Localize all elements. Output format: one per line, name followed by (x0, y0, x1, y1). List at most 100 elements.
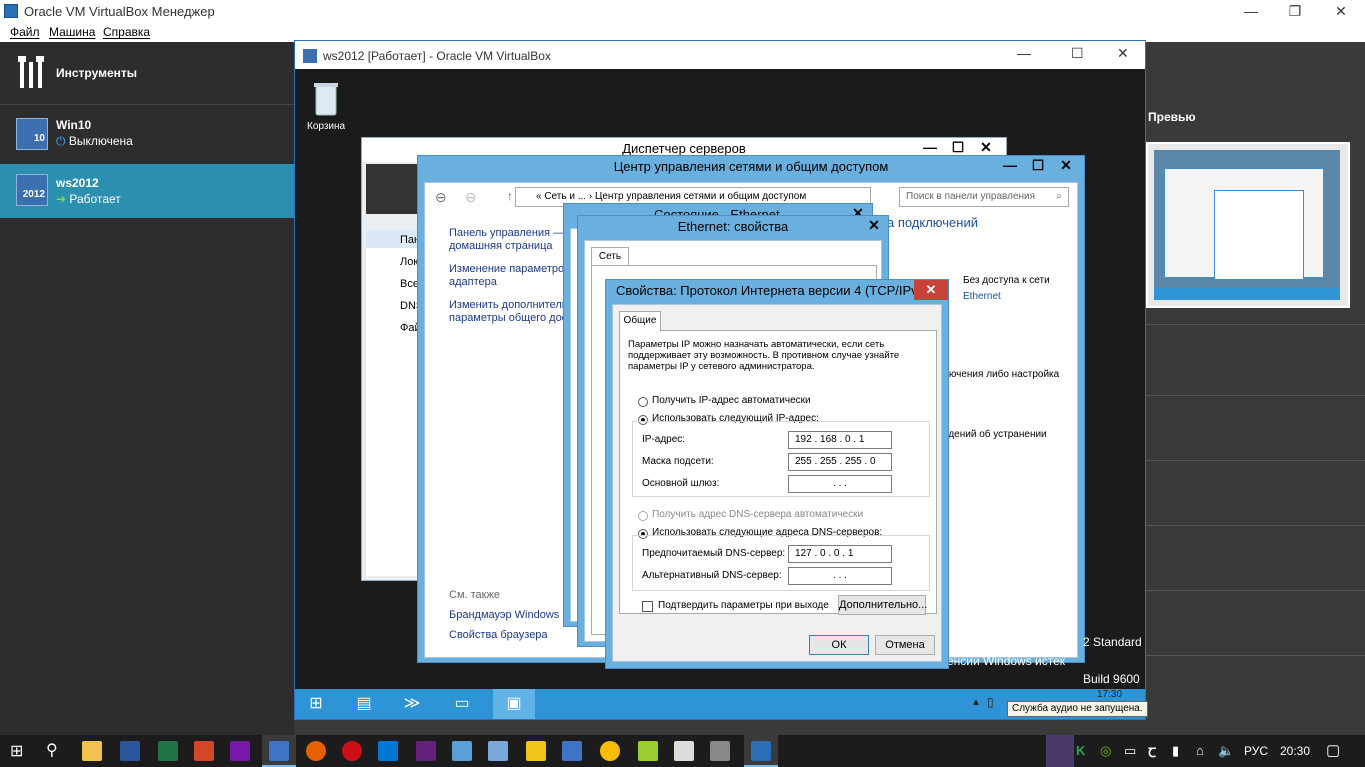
tools-item[interactable]: Инструменты (0, 42, 294, 104)
gateway-input[interactable]: . . . (788, 475, 892, 493)
pen-tray-icon[interactable] (1046, 735, 1074, 767)
see-also-label: См. также (449, 589, 500, 601)
sm-nav-item[interactable]: Лок (400, 256, 418, 268)
cp-home-link-2[interactable]: домашняя страница (449, 240, 553, 252)
validate-checkbox[interactable] (642, 601, 653, 612)
tray-expand-icon[interactable]: ▲ (971, 697, 981, 708)
preferred-dns-label: Предпочитаемый DNS-сервер: (642, 548, 786, 559)
back-arrow-icon[interactable]: ⊖ (435, 189, 447, 206)
ncsc-maximize-button[interactable]: ☐ (1024, 156, 1052, 176)
sharing-settings-link-2[interactable]: параметры общего досту (449, 312, 578, 324)
display-tray-icon[interactable]: ▭ (1124, 743, 1136, 759)
tools-label: Инструменты (56, 66, 138, 80)
t-tray-icon[interactable]: Ꞇ (1148, 743, 1156, 761)
edition-watermark: 2 Standard (1083, 635, 1142, 649)
vm-sidebar: Инструменты 10 Win10 ⏻ Выключена 2012 ws… (0, 42, 294, 735)
search-input[interactable]: Поиск в панели управления ⌕ (899, 187, 1069, 207)
guest-desktop: Корзина Диспетчер серверов — ☐ ✕ Пан Лок… (295, 69, 1145, 689)
vm-item-win10[interactable]: 10 Win10 ⏻ Выключена (0, 106, 294, 162)
sm-back-nav[interactable] (366, 164, 420, 214)
windows-start-icon[interactable]: ⊞ (10, 741, 23, 761)
save-app-icon[interactable] (562, 741, 582, 761)
menu-machine[interactable]: Машина (49, 25, 95, 39)
file-explorer-icon[interactable] (82, 741, 102, 761)
advanced-button[interactable]: Дополнительно... (838, 595, 927, 615)
language-indicator[interactable]: РУС (1244, 744, 1268, 758)
vm-window-titlebar: ws2012 [Работает] - Oracle VM VirtualBox… (295, 41, 1145, 69)
tool-icon[interactable] (638, 741, 658, 761)
vm-close-button[interactable]: ✕ (1117, 45, 1129, 62)
excel-icon[interactable] (158, 741, 178, 761)
search-icon[interactable]: ⚲ (46, 740, 58, 760)
subnet-mask-input[interactable]: 255 . 255 . 255 . 0 (788, 453, 892, 471)
preferred-dns-input[interactable]: 127 . 0 . 0 . 1 (788, 545, 892, 563)
opera-icon[interactable] (342, 741, 362, 761)
network-tool-icon[interactable] (674, 741, 694, 761)
vm-minimize-button[interactable]: — (1017, 45, 1031, 61)
auto-dns-radio[interactable] (638, 511, 648, 521)
cp-home-link[interactable]: Панель управления — (449, 227, 564, 239)
powershell-taskbar-icon[interactable]: ≫ (391, 689, 433, 719)
tab-general[interactable]: Общие (619, 311, 661, 331)
keyboard-icon[interactable] (488, 741, 508, 761)
guest-start-button[interactable]: ⊞ (295, 689, 337, 719)
floppy-app-taskbar-item[interactable] (262, 735, 296, 767)
menu-file[interactable]: Файл (10, 25, 40, 39)
minimize-button[interactable]: — (1228, 0, 1274, 22)
cube-icon[interactable] (710, 741, 730, 761)
vbox-manager-titlebar: Oracle VM VirtualBox Менеджер — ❐ ✕ (0, 0, 1365, 22)
ncsc-close-button[interactable]: ✕ (1052, 156, 1080, 176)
word-icon[interactable] (120, 741, 140, 761)
up-arrow-icon[interactable]: ↑ (507, 189, 513, 203)
restore-button[interactable]: ❐ (1272, 0, 1318, 22)
sticky-notes-icon[interactable] (526, 741, 546, 761)
ok-button[interactable]: ОК (809, 635, 869, 655)
vm-maximize-button[interactable]: ☐ (1071, 45, 1084, 62)
nvidia-tray-icon[interactable]: ◎ (1100, 743, 1111, 759)
breadcrumb: « Сеть и ... › Центр управления сетями и… (536, 191, 807, 202)
notifications-icon[interactable]: ▢ (1326, 741, 1340, 759)
forward-arrow-icon[interactable]: ⊖ (465, 189, 477, 206)
host-clock[interactable]: 20:30 (1280, 744, 1310, 758)
vm-window: ws2012 [Работает] - Oracle VM VirtualBox… (294, 40, 1148, 720)
ipv4-close-button[interactable]: ✕ (914, 280, 948, 300)
calculator-icon[interactable] (452, 741, 472, 761)
powerpoint-icon[interactable] (194, 741, 214, 761)
vscode-icon[interactable] (378, 741, 398, 761)
onenote-icon[interactable] (230, 741, 250, 761)
window-title: Oracle VM VirtualBox Менеджер (24, 3, 215, 19)
network-taskbar-icon[interactable]: ▣ (493, 689, 535, 719)
firewall-link[interactable]: Брандмауэр Windows (449, 609, 559, 621)
firefox-icon[interactable] (306, 741, 326, 761)
adapter-settings-link[interactable]: Изменение параметров (449, 263, 570, 275)
network-tray-icon[interactable]: ▯ (987, 695, 994, 709)
menu-help[interactable]: Справка (103, 25, 150, 39)
ip-address-input[interactable]: 192 . 168 . 0 . 1 (788, 431, 892, 449)
network-tray-icon[interactable]: ⌂ (1196, 743, 1204, 758)
battery-tray-icon[interactable]: ▮ (1172, 743, 1179, 759)
virtualbox-taskbar-item[interactable] (744, 735, 778, 767)
auto-ip-radio[interactable] (638, 397, 648, 407)
tab-network[interactable]: Сеть (591, 247, 629, 265)
vm-item-ws2012[interactable]: 2012 ws2012 ➔ Работает (0, 164, 294, 218)
alternate-dns-input[interactable]: . . . (788, 567, 892, 585)
guest-clock[interactable]: 17:30 (1097, 689, 1122, 700)
ncsc-minimize-button[interactable]: — (996, 156, 1024, 176)
virtualbox-logo-icon (4, 4, 18, 18)
ethernet-link[interactable]: Ethernet (963, 291, 1001, 302)
adapter-settings-link-2[interactable]: адаптера (449, 276, 497, 288)
browser-props-link[interactable]: Свойства браузера (449, 629, 548, 641)
cancel-button[interactable]: Отмена (875, 635, 935, 655)
menu-bar: Файл Машина Справка (0, 22, 1365, 42)
recycle-bin-icon[interactable] (311, 79, 341, 119)
k-tray-icon[interactable]: K (1076, 743, 1085, 758)
props-close-button[interactable]: ✕ (860, 216, 888, 236)
close-button[interactable]: ✕ (1318, 0, 1364, 22)
chrome-icon[interactable] (600, 741, 620, 761)
validate-label: Подтвердить параметры при выходе (658, 600, 829, 611)
vm-name: ws2012 (56, 176, 99, 190)
explorer-taskbar-icon[interactable]: ▭ (441, 689, 483, 719)
volume-tray-icon[interactable]: 🔈 (1218, 743, 1234, 759)
visual-studio-icon[interactable] (416, 741, 436, 761)
server-manager-taskbar-icon[interactable]: ▤ (343, 689, 385, 719)
